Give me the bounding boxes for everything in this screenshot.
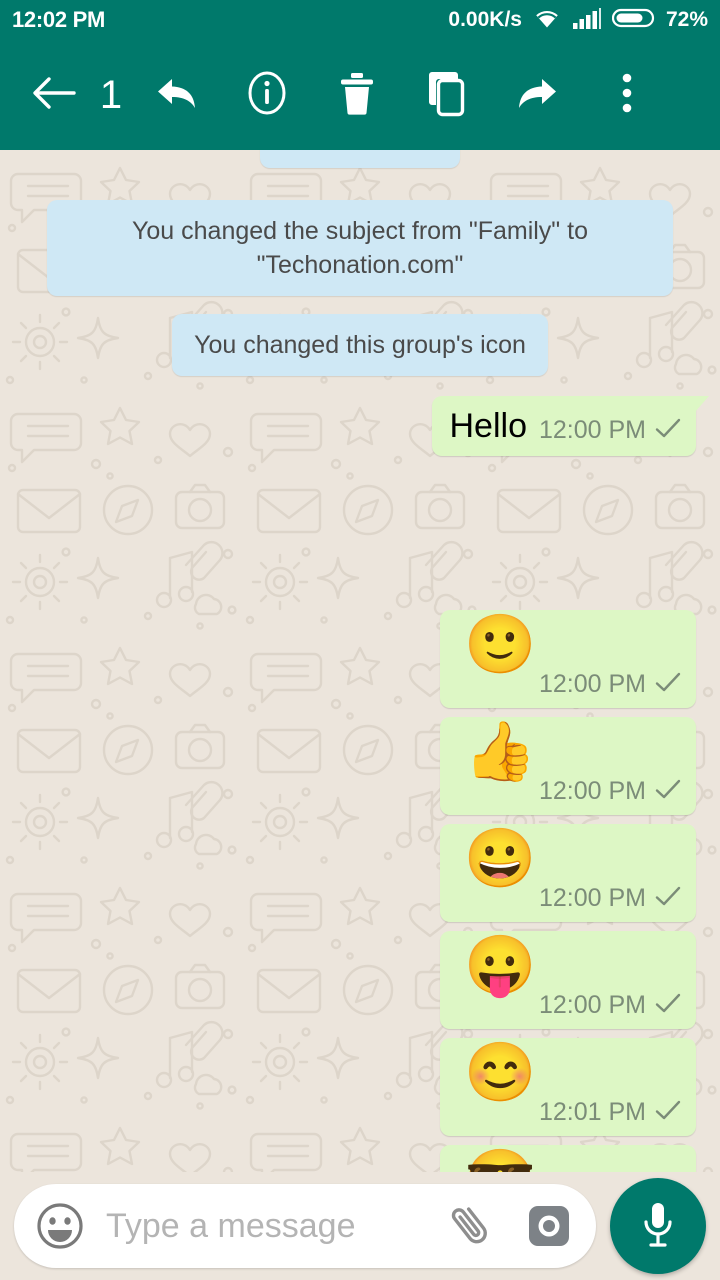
status-bar: 12:02 PM 0.00K/s 72% bbox=[0, 0, 720, 40]
smiling-face-with-sunglasses-emoji: 😎 bbox=[464, 1149, 536, 1173]
battery-percent-label: 72% bbox=[665, 8, 708, 31]
message-meta: 12:01 PM bbox=[539, 1098, 682, 1128]
emoji-smiley-icon[interactable] bbox=[34, 1200, 86, 1252]
single-check-icon bbox=[654, 1099, 682, 1126]
message-input-placeholder[interactable]: Type a message bbox=[106, 1207, 448, 1246]
message-bubble-grinning-face[interactable]: 😀 12:00 PM bbox=[440, 824, 696, 922]
single-check-icon bbox=[654, 671, 682, 698]
thumbs-up-emoji: 👍 bbox=[464, 719, 537, 784]
message-bubble-face-with-tongue[interactable]: 😛 12:00 PM bbox=[440, 931, 696, 1029]
message-meta: 12:00 PM bbox=[539, 416, 682, 446]
forward-button[interactable] bbox=[506, 64, 568, 126]
message-timestamp: 12:00 PM bbox=[538, 670, 646, 698]
message-bubble-thumbs-up[interactable]: 👍 12:00 PM bbox=[440, 717, 696, 815]
three-dots-vertical-icon bbox=[618, 69, 636, 122]
system-message-row: You changed the subject from "Family" to… bbox=[24, 200, 696, 296]
selection-action-toolbar: 1 bbox=[0, 40, 720, 150]
message-meta: 12:00 PM bbox=[539, 777, 682, 807]
system-message-icon-change: You changed this group's icon bbox=[172, 314, 548, 376]
camera-icon[interactable] bbox=[526, 1203, 572, 1249]
message-input-bar: Type a message bbox=[0, 1172, 720, 1280]
message-meta: 12:00 PM bbox=[539, 670, 682, 700]
slightly-smiling-face-emoji: 🙂 bbox=[464, 612, 537, 677]
message-row[interactable]: 😎 12:01 PM bbox=[24, 1145, 696, 1172]
trash-icon bbox=[336, 69, 378, 122]
message-timestamp: 12:01 PM bbox=[538, 1098, 646, 1126]
message-timestamp: 12:00 PM bbox=[538, 884, 646, 912]
message-timestamp: 12:00 PM bbox=[538, 991, 646, 1019]
back-arrow-icon bbox=[30, 73, 76, 118]
message-bubble-smiling-face-with-smiling-eyes[interactable]: 😊 12:01 PM bbox=[440, 1038, 696, 1136]
voice-record-button[interactable] bbox=[610, 1178, 706, 1274]
message-bubble-hello[interactable]: Hello 12:00 PM bbox=[431, 396, 709, 456]
microphone-icon bbox=[636, 1198, 680, 1255]
network-speed-label: 0.00K/s bbox=[448, 8, 522, 31]
message-row[interactable]: 😊 12:01 PM bbox=[24, 1038, 696, 1136]
message-bubble-smiling-face-with-sunglasses[interactable]: 😎 12:01 PM bbox=[440, 1145, 696, 1172]
message-meta: 12:00 PM bbox=[539, 991, 682, 1021]
message-list: You changed the subject from "Family" to… bbox=[0, 150, 720, 1172]
paperclip-icon[interactable] bbox=[448, 1201, 498, 1251]
status-indicators: 0.00K/s 72% bbox=[448, 6, 708, 35]
system-message-subject-change: You changed the subject from "Family" to… bbox=[47, 200, 673, 296]
single-check-icon bbox=[654, 778, 682, 805]
whatsapp-chat-screen: 12:02 PM 0.00K/s 72% 1 You changed the s… bbox=[0, 0, 720, 1280]
message-meta: 12:00 PM bbox=[539, 884, 682, 914]
reply-button[interactable] bbox=[146, 64, 208, 126]
smiling-face-with-smiling-eyes-emoji: 😊 bbox=[464, 1040, 537, 1105]
overflow-menu-button[interactable] bbox=[596, 64, 658, 126]
message-row[interactable]: 🙂 12:00 PM bbox=[24, 610, 696, 708]
reply-arrow-icon bbox=[154, 72, 200, 119]
wifi-icon bbox=[532, 6, 562, 35]
single-check-icon bbox=[654, 417, 682, 444]
message-row[interactable]: 😀 12:00 PM bbox=[24, 824, 696, 922]
status-clock: 12:02 PM bbox=[12, 7, 105, 32]
message-row[interactable]: Hello 12:00 PM bbox=[24, 396, 709, 456]
face-with-tongue-emoji: 😛 bbox=[464, 933, 537, 998]
message-text: Hello bbox=[449, 407, 527, 445]
single-check-icon bbox=[654, 885, 682, 912]
message-timestamp: 12:00 PM bbox=[538, 416, 646, 444]
info-button[interactable] bbox=[236, 64, 298, 126]
system-message-row: You changed this group's icon bbox=[24, 314, 696, 376]
grinning-face-emoji: 😀 bbox=[464, 826, 537, 891]
battery-icon bbox=[611, 6, 656, 35]
cellular-signal-icon bbox=[572, 6, 602, 35]
message-row[interactable]: 😛 12:00 PM bbox=[24, 931, 696, 1029]
message-bubble-slightly-smiling-face[interactable]: 🙂 12:00 PM bbox=[440, 610, 696, 708]
message-row[interactable]: 👍 12:00 PM bbox=[24, 717, 696, 815]
message-timestamp: 12:00 PM bbox=[538, 777, 646, 805]
copy-button[interactable] bbox=[416, 64, 478, 126]
selection-count-label: 1 bbox=[99, 72, 123, 117]
message-input-container[interactable]: Type a message bbox=[14, 1184, 596, 1268]
chat-message-area[interactable]: You changed the subject from "Family" to… bbox=[0, 150, 720, 1172]
delete-button[interactable] bbox=[326, 64, 388, 126]
info-circle-icon bbox=[243, 69, 291, 122]
single-check-icon bbox=[654, 992, 682, 1019]
back-button[interactable] bbox=[22, 64, 84, 126]
forward-arrow-icon bbox=[514, 72, 560, 119]
system-message-partial bbox=[260, 150, 460, 168]
copy-icon bbox=[424, 69, 470, 122]
